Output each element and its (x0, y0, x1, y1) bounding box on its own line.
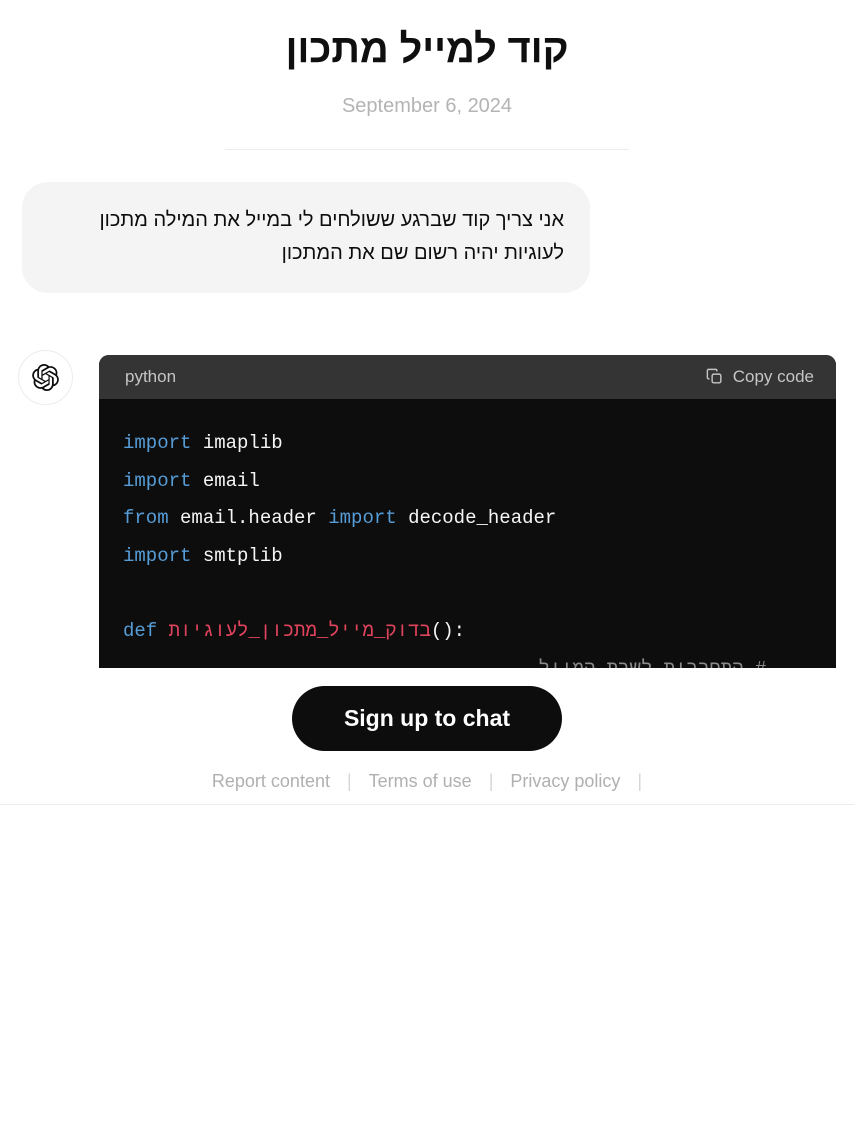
code-line: import imaplib (123, 425, 812, 463)
code-token-kw: import (123, 544, 192, 567)
code-token-kw: import (328, 507, 397, 530)
conversation-date: September 6, 2024 (341, 95, 513, 118)
code-token-plain: decode_header (396, 507, 557, 530)
cta-section: Sign up to chat (0, 685, 854, 751)
page-header: קוד למייל מתכון September 6, 2024 (0, 0, 854, 151)
code-token-kw: from (123, 507, 169, 530)
code-block: python Copy code import imaplib import em… (99, 354, 836, 668)
user-message-row: אני צריך קוד שברגע ששולחים לי במייל את ה… (0, 182, 854, 293)
header-divider (225, 149, 629, 151)
sign-up-to-chat-button[interactable]: Sign up to chat (291, 685, 563, 751)
code-line: # התחברות לשרת המייל (123, 651, 812, 668)
code-token-plain: smtplib (191, 544, 283, 567)
footer-links: Report content | Terms of use | Privacy … (212, 771, 642, 792)
code-token-fn: בדוק_מייל_מתכון_לעוגיות (168, 620, 431, 643)
copy-code-button[interactable]: Copy code (705, 367, 814, 387)
footer-link-report-content[interactable]: Report content (212, 771, 330, 792)
code-line: def בדוק_מייל_מתכון_לעוגיות(): (123, 613, 812, 651)
openai-logo-icon (32, 363, 59, 391)
code-language-label: python (125, 366, 177, 386)
code-token-kw: import (123, 431, 192, 454)
code-token-com: # התחברות לשרת המייל (538, 658, 812, 668)
code-line: from email.header import decode_header (123, 500, 812, 538)
copy-code-label: Copy code (732, 366, 814, 386)
code-token-plain: email.header (168, 507, 329, 530)
footer-separator-1: | (346, 770, 352, 791)
user-message-bubble: אני צריך קוד שברגע ששולחים לי במייל את ה… (22, 182, 590, 293)
user-message-text: אני צריך קוד שברגע ששולחים לי במייל את ה… (93, 209, 564, 264)
assistant-message-body: python Copy code import imaplib import em… (99, 354, 836, 668)
footer-separator-3: | (637, 770, 643, 791)
code-content[interactable]: import imaplib import email from email.hea… (99, 398, 836, 668)
page-title: קוד למייל מתכון (285, 27, 569, 71)
footer: Report content | Terms of use | Privacy … (0, 771, 854, 805)
footer-link-privacy-policy[interactable]: Privacy policy (510, 771, 620, 792)
code-token-kw: import (123, 469, 192, 492)
code-token-plain: imaplib (191, 431, 283, 454)
code-line: import smtplib (123, 538, 812, 576)
avatar (18, 349, 73, 405)
footer-separator-2: | (488, 770, 494, 791)
assistant-message-row: python Copy code import imaplib import em… (0, 349, 854, 668)
code-line: import email (123, 463, 812, 501)
code-token-plain: email (191, 469, 260, 492)
code-token-kw: def (123, 620, 158, 643)
footer-link-terms-of-use[interactable]: Terms of use (369, 771, 472, 792)
code-block-header: python Copy code (99, 354, 836, 399)
copy-icon (705, 367, 724, 386)
shared-chat-page: קוד למייל מתכון September 6, 2024 אני צר… (0, 0, 854, 1134)
code-token-plain: (): (430, 620, 466, 643)
